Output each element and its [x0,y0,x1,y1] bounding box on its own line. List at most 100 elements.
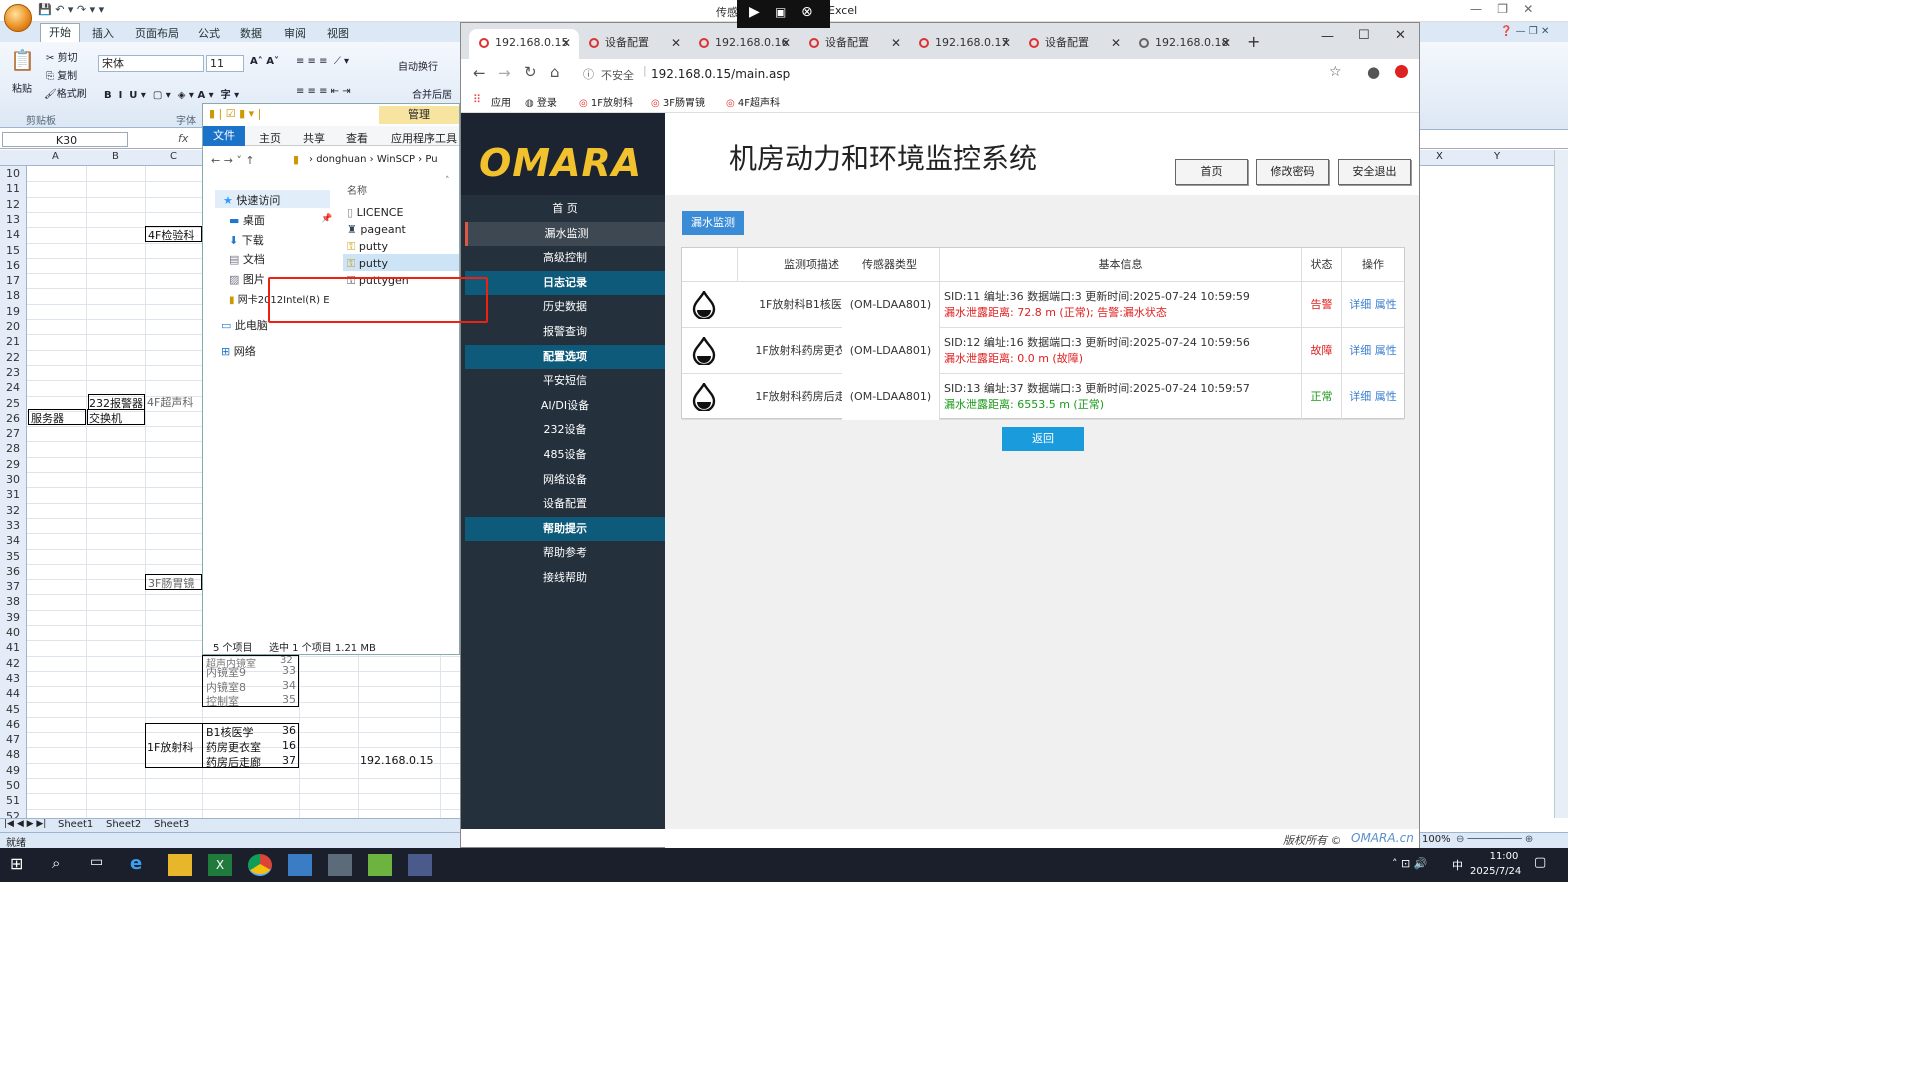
sidebar-item-1[interactable]: 漏水监测 [465,221,665,246]
cell-b26[interactable]: 交换机 [87,409,145,425]
row-header[interactable]: 36 [0,565,26,578]
row-header[interactable]: 42 [0,657,26,670]
name-box[interactable]: K30 [2,132,128,147]
fx-icon[interactable]: fx [178,132,188,145]
row-header[interactable]: 47 [0,733,26,746]
sidebar-item-6[interactable]: 配置选项 [465,344,665,369]
font-grow-shrink-icons[interactable]: A˄ A˅ [250,56,279,67]
window-close-icon[interactable]: ✕ [1395,28,1406,43]
cell-c14[interactable]: 4F检验科 [145,226,202,242]
cell-c37[interactable]: 3F肠胃镜 [145,574,202,590]
formula-bar-right[interactable] [1420,131,1568,149]
browser-tab-6[interactable]: 设备配置 ✕ [1019,29,1129,59]
row-header[interactable]: 50 [0,779,26,792]
file-licence[interactable]: ▯ LICENCE [347,206,403,219]
browser-tab-2[interactable]: 设备配置 ✕ [579,29,689,59]
breadcrumb[interactable]: › donghuan › WinSCP › Pu [309,154,438,165]
tab-review[interactable]: 审阅 [284,25,306,41]
nav-downloads[interactable]: ⬇ 下载 [229,232,264,248]
collapse-icon[interactable]: ˄ [445,176,450,186]
detail-link[interactable]: 详细 [1349,390,1371,403]
browser-tab-7[interactable]: 192.168.0.18 ✕ [1129,29,1239,59]
omara-link[interactable]: OMARA.cn [1351,831,1414,845]
sidebar-item-3[interactable]: 日志记录 [465,270,665,295]
col-x[interactable]: X [1436,151,1443,162]
detail-link[interactable]: 详细 [1349,298,1371,311]
sidebar-item-10[interactable]: 485设备 [465,443,665,467]
property-link[interactable]: 属性 [1375,390,1397,403]
bookmark-login[interactable]: ◍ 登录 [525,94,557,109]
cell-r43n[interactable]: 33 [282,664,296,677]
ime-indicator[interactable]: 中 [1452,857,1463,873]
paste-icon[interactable]: 📋 [10,48,35,72]
logout-button[interactable]: 安全退出 [1338,159,1411,185]
close-tab-icon[interactable]: ✕ [781,29,791,57]
row-header[interactable]: 46 [0,718,26,731]
cell-r45[interactable]: 控制室 [206,693,239,709]
row-header[interactable]: 51 [0,794,26,807]
close-icon[interactable]: ⊗ [801,4,813,20]
col-y[interactable]: Y [1494,151,1500,162]
row-header[interactable]: 29 [0,458,26,471]
browser-tab-1[interactable]: 192.168.0.15 ✕ [469,29,579,59]
row-header[interactable]: 14 [0,228,26,241]
nav-desktop[interactable]: ▬ 桌面 [229,212,265,228]
excel-window-controls[interactable]: — ❐ ✕ [1470,2,1533,16]
row-header[interactable]: 37 [0,580,26,593]
font-name-box[interactable]: 宋体 [98,55,204,72]
font-size-box[interactable]: 11 [206,55,244,72]
tab-formulas[interactable]: 公式 [198,25,220,41]
explorer-tab-view[interactable]: 查看 [346,130,368,146]
row-header[interactable]: 20 [0,320,26,333]
row-header[interactable]: 38 [0,595,26,608]
align-bottom-icons[interactable]: ≡ ≡ ≡ ⇤ ⇥ [296,86,351,97]
clock-time[interactable]: 11:00 [1482,851,1526,862]
detail-link[interactable]: 详细 [1349,344,1371,357]
sidebar-item-9[interactable]: 232设备 [465,418,665,442]
cell-b25[interactable]: 232报警器 [88,394,145,410]
bookmark-3f[interactable]: ◎ 3F肠胃镜 [651,94,705,109]
row-header[interactable]: 12 [0,198,26,211]
cell-r48n[interactable]: 16 [282,739,296,752]
worksheet-grid-right[interactable]: X Y [1420,150,1568,818]
sidebar-item-14[interactable]: 帮助参考 [465,541,665,565]
file-putty-2[interactable]: ⚿ putty [347,257,388,271]
profile-icon[interactable]: ● [1367,63,1380,81]
explorer-tab-app-tools[interactable]: 应用程序工具 [391,130,457,146]
close-tab-icon[interactable]: ✕ [671,29,681,57]
row-header[interactable]: 30 [0,473,26,486]
row-header[interactable]: 39 [0,611,26,624]
sidebar-item-15[interactable]: 接线帮助 [465,566,665,590]
tab-view[interactable]: 视图 [327,25,349,41]
back-arrow-icon[interactable]: ← [473,64,486,82]
row-header[interactable]: 26 [0,412,26,425]
windows-start-icon[interactable]: ⊞ [10,854,23,873]
explorer-tab-file[interactable]: 文件 [203,126,245,146]
cell-r45n[interactable]: 35 [282,693,296,706]
notepad-icon[interactable] [368,854,392,876]
sheet-tab-3[interactable]: Sheet3 [154,819,189,830]
property-link[interactable]: 属性 [1375,344,1397,357]
zoom-level[interactable]: 100% [1422,834,1451,845]
ie-icon[interactable]: e [130,853,142,874]
row-header[interactable]: 21 [0,335,26,348]
forward-arrow-icon[interactable]: → [498,64,511,82]
wrap-text-button[interactable]: 自动换行 [398,58,438,73]
clock-date[interactable]: 2025/7/24 [1470,866,1521,877]
update-icon[interactable] [1395,65,1408,78]
sidebar-item-8[interactable]: AI/DI设备 [465,394,665,418]
home-button[interactable]: 首页 [1175,159,1248,185]
home-icon[interactable]: ⌂ [550,63,560,81]
help-icon[interactable]: ❓ — ❐ ✕ [1500,26,1549,37]
sheet-tab-2[interactable]: Sheet2 [106,819,141,830]
row-header[interactable]: 45 [0,703,26,716]
nav-network[interactable]: ⊞ 网络 [221,343,256,359]
col-header-name[interactable]: 名称 [347,182,367,197]
explorer-taskbar-icon[interactable] [168,854,192,876]
row-header[interactable]: 15 [0,244,26,257]
copy-button[interactable]: ⎘ 复制 [46,67,77,82]
cell-r47[interactable]: B1核医学 [206,724,254,740]
pin-icon[interactable]: 📌 [321,214,332,224]
row-header[interactable]: 40 [0,626,26,639]
sidebar-item-2[interactable]: 高级控制 [465,246,665,270]
